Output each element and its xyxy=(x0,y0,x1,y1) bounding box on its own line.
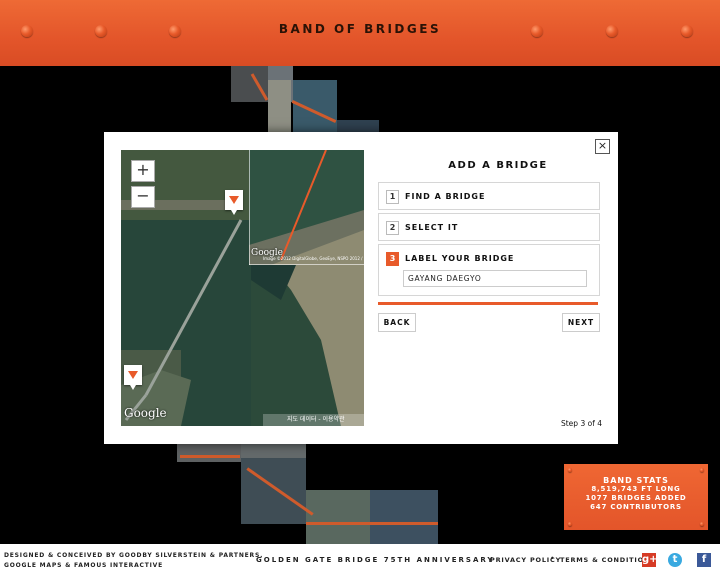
anniversary-text: GOLDEN GATE BRIDGE 75TH ANNIVERSARY xyxy=(256,556,495,564)
panel-title: ADD A BRIDGE xyxy=(448,160,548,171)
satellite-map[interactable]: + − Google Image ©2012 DigitalGlobe, Geo… xyxy=(121,150,364,426)
map-attribution: Image ©2012 DigitalGlobe, GeoEye, NSPO 2… xyxy=(263,256,364,261)
step-number: 3 xyxy=(386,252,399,266)
site-title: BAND OF BRIDGES xyxy=(278,22,442,36)
step-label: LABEL YOUR BRIDGE xyxy=(405,254,515,263)
step-number: 2 xyxy=(386,221,399,235)
band-stats-panel: BAND STATS 8,519,743 FT LONG 1077 BRIDGE… xyxy=(564,464,708,530)
map-data-terms-link[interactable]: 지도 데이터 - 이용약관 xyxy=(263,414,364,426)
google-logo: Google xyxy=(124,406,167,420)
rivet-icon xyxy=(568,468,572,472)
bridge-tile[interactable] xyxy=(268,80,291,132)
map-pin-icon[interactable] xyxy=(124,365,142,390)
bridge-name-input[interactable] xyxy=(403,270,587,287)
site-footer: DESIGNED & CONCEIVED BY GOODBY SILVERSTE… xyxy=(0,544,720,576)
credit-line: DESIGNED & CONCEIVED BY GOODBY SILVERSTE… xyxy=(4,552,264,559)
google-plus-icon[interactable]: g+ xyxy=(642,553,658,567)
step-label-bridge[interactable]: 3 LABEL YOUR BRIDGE xyxy=(378,244,600,296)
contributors-count: 647 CONTRIBUTORS xyxy=(590,503,682,511)
band-length: 8,519,743 FT LONG xyxy=(591,485,681,493)
twitter-icon[interactable]: t xyxy=(668,553,682,567)
credits: DESIGNED & CONCEIVED BY GOODBY SILVERSTE… xyxy=(4,551,263,571)
bridge-tile[interactable] xyxy=(241,458,306,524)
rivet-icon xyxy=(700,522,704,526)
zoom-out-button[interactable]: − xyxy=(131,186,155,208)
step-select-it[interactable]: 2 SELECT IT xyxy=(378,213,600,241)
close-button[interactable]: × xyxy=(595,139,610,154)
band-stats-title: BAND STATS xyxy=(603,476,669,485)
zoom-in-button[interactable]: + xyxy=(131,160,155,182)
facebook-icon[interactable]: f xyxy=(697,553,711,567)
separator-dot: • xyxy=(550,554,555,563)
credit-line: GOOGLE MAPS & FAMOUS INTERACTIVE xyxy=(4,562,163,569)
bridge-tile[interactable] xyxy=(337,120,379,132)
next-button[interactable]: NEXT xyxy=(562,313,600,332)
step-label: FIND A BRIDGE xyxy=(405,192,486,201)
map-pin-icon[interactable] xyxy=(225,190,243,215)
bridge-tile[interactable] xyxy=(177,444,241,462)
bridge-line xyxy=(180,455,240,458)
back-button[interactable]: BACK xyxy=(378,313,416,332)
bridge-line xyxy=(306,522,438,525)
rivet-icon xyxy=(568,522,572,526)
site-header: BAND OF BRIDGES xyxy=(0,0,720,66)
step-counter: Step 3 of 4 xyxy=(560,419,602,428)
step-find-bridge[interactable]: 1 FIND A BRIDGE xyxy=(378,182,600,210)
rivet-icon xyxy=(700,468,704,472)
bridge-tile[interactable] xyxy=(306,490,370,544)
add-bridge-dialog: + − Google Image ©2012 DigitalGlobe, Geo… xyxy=(104,132,618,444)
step-number: 1 xyxy=(386,190,399,204)
step-divider xyxy=(378,302,598,305)
bridges-added: 1077 BRIDGES ADDED xyxy=(585,494,687,502)
step-label: SELECT IT xyxy=(405,223,459,232)
bridge-tile[interactable] xyxy=(370,490,438,544)
